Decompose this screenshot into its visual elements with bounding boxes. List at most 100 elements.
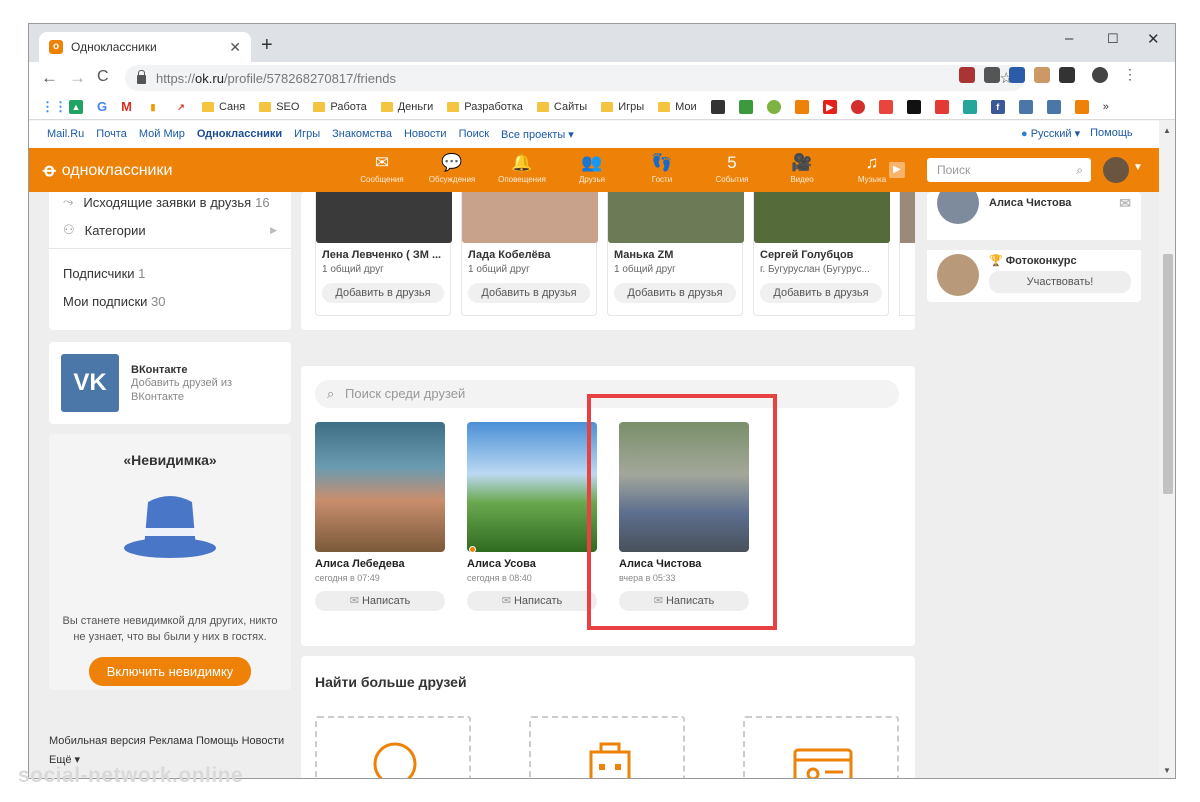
minimize-icon[interactable]: – xyxy=(1065,30,1073,47)
mail-link[interactable]: Почта xyxy=(96,128,127,140)
suggestion-photo[interactable] xyxy=(754,192,890,243)
suggestion-card[interactable]: Сергей Голубцов г. Бугуруслан (Бугурус..… xyxy=(753,192,890,316)
vk-icon[interactable] xyxy=(1046,99,1061,114)
vk-icon[interactable] xyxy=(1018,99,1033,114)
bookmark-site-icon[interactable] xyxy=(710,99,725,114)
menu-guests[interactable]: 👣 Гости xyxy=(627,153,697,184)
menu-messages[interactable]: ✉ Сообщения xyxy=(347,153,417,184)
add-friend-button[interactable]: Добавить в друзья xyxy=(322,283,444,303)
menu-notifications[interactable]: 🔔 Оповещения xyxy=(487,153,557,184)
bookmark-folder[interactable]: Саня xyxy=(201,101,245,113)
footer-link[interactable]: Реклама xyxy=(149,735,193,747)
bookmark-folder[interactable]: Мои xyxy=(658,101,697,113)
vk-import-card[interactable]: VK ВКонтакте Добавить друзей из ВКонтакт… xyxy=(49,342,291,424)
scroll-up-icon[interactable]: ▲ xyxy=(1163,126,1171,135)
suggestion-name[interactable]: Лена Левченко ( ЗМ ... xyxy=(322,249,444,261)
back-icon[interactable]: ← xyxy=(41,68,58,88)
add-friend-button[interactable]: Добавить в друзья xyxy=(760,283,882,303)
friend-photo[interactable] xyxy=(467,422,597,552)
dating-link[interactable]: Знакомства xyxy=(332,128,392,140)
play-icon[interactable]: ▶ xyxy=(889,162,905,178)
ok-link[interactable]: Одноклассники xyxy=(197,128,282,140)
extension-icon[interactable] xyxy=(1034,66,1050,83)
ok-logo[interactable]: ꝋ одноклассники xyxy=(43,160,172,181)
bookmark-site-icon[interactable] xyxy=(934,99,949,114)
add-friend-button[interactable]: Добавить в друзья xyxy=(468,283,590,303)
menu-discussions[interactable]: 💬 Обсуждения xyxy=(417,153,487,184)
page-scrollbar[interactable]: ▲ ▼ xyxy=(1159,120,1175,778)
friend-photo[interactable] xyxy=(315,422,445,552)
suggestion-photo[interactable] xyxy=(462,192,598,243)
apps-grid-icon[interactable]: ⋮⋮ xyxy=(41,99,67,114)
bookmark-site-icon[interactable] xyxy=(878,99,893,114)
suggestion-card[interactable]: Лада Кобелёва 1 общий друг Добавить в др… xyxy=(461,192,598,316)
friend-avatar[interactable] xyxy=(937,192,979,224)
more-bookmarks-icon[interactable]: » xyxy=(1103,101,1109,113)
bookmark-site-icon[interactable] xyxy=(738,99,753,114)
google-icon[interactable]: G xyxy=(97,99,107,114)
bookmark-folder[interactable]: Деньги xyxy=(380,101,433,113)
language-selector[interactable]: ● Русский ▾ xyxy=(1021,127,1080,140)
maximize-icon[interactable]: ☐ xyxy=(1107,31,1119,47)
bookmark-site-icon[interactable] xyxy=(962,99,977,114)
contest-avatar[interactable] xyxy=(937,254,979,296)
suggestion-name[interactable]: Лада Кобелёва xyxy=(468,249,590,261)
trends-icon[interactable]: ↗ xyxy=(174,100,188,114)
friend-name[interactable]: Алиса Усова xyxy=(467,558,597,570)
ok-icon[interactable] xyxy=(1074,99,1089,114)
online-friend-row[interactable]: Алиса Чистова ✉ xyxy=(937,192,1131,224)
find-by-school-box[interactable] xyxy=(315,716,471,778)
friend-name[interactable]: Алиса Лебедева xyxy=(315,558,445,570)
bookmark-folder[interactable]: Работа xyxy=(313,101,367,113)
bookmark-folder[interactable]: Игры xyxy=(601,101,644,113)
enable-invisible-button[interactable]: Включить невидимку xyxy=(88,657,252,686)
find-by-contacts-box[interactable] xyxy=(743,716,899,778)
close-window-icon[interactable]: ✕ xyxy=(1147,30,1160,48)
address-bar[interactable]: https:// ok.ru /profile/578268270817/fri… xyxy=(125,65,1025,91)
gmail-icon[interactable]: M xyxy=(121,99,132,114)
mailru-link[interactable]: Mail.Ru xyxy=(47,128,84,140)
reload-icon[interactable]: C xyxy=(97,68,109,86)
drive-icon[interactable]: ▲ xyxy=(69,99,83,114)
write-message-button[interactable]: ✉ Написать xyxy=(315,591,445,611)
scrollbar-thumb[interactable] xyxy=(1163,254,1173,494)
all-projects-dropdown[interactable]: Все проекты ▾ xyxy=(501,128,574,141)
suggestion-photo[interactable] xyxy=(316,192,452,243)
bookmark-folder[interactable]: Сайты xyxy=(536,101,587,113)
bookmark-site-icon[interactable] xyxy=(906,99,921,114)
subscribers-item[interactable]: Подписчики 1 xyxy=(63,266,145,281)
extension-icon[interactable] xyxy=(1059,66,1075,83)
envelope-icon[interactable]: ✉ xyxy=(1119,195,1131,212)
user-avatar[interactable] xyxy=(1103,157,1129,183)
menu-video[interactable]: 🎥 Видео xyxy=(767,153,837,184)
outgoing-requests-item[interactable]: ⤳ Исходящие заявки в друзья 16 xyxy=(63,194,270,210)
extension-icon[interactable] xyxy=(959,66,975,83)
extension-icon[interactable] xyxy=(984,66,1000,83)
search-link[interactable]: Поиск xyxy=(459,128,489,140)
bookmark-folder[interactable]: Разработка xyxy=(447,101,523,113)
new-tab-button[interactable]: + xyxy=(261,34,273,57)
footer-link[interactable]: Помощь xyxy=(196,735,239,747)
extension-icon[interactable] xyxy=(1092,66,1108,83)
categories-item[interactable]: ⚇ Категории ▶ xyxy=(63,222,277,238)
close-tab-icon[interactable]: ✕ xyxy=(229,39,241,56)
suggestion-name[interactable]: Сергей Голубцов xyxy=(760,249,882,261)
ok-search-input[interactable]: Поиск ⌕ xyxy=(927,158,1091,182)
chevron-down-icon[interactable]: ▼ xyxy=(1133,162,1143,173)
friend-card[interactable]: Алиса Усова сегодня в 08:40 ✉ Написать xyxy=(467,422,597,611)
menu-events[interactable]: 5 События xyxy=(697,153,767,184)
browser-tab[interactable]: о Одноклассники ✕ xyxy=(39,32,251,62)
suggestion-name[interactable]: Манька ZM xyxy=(614,249,736,261)
analytics-icon[interactable]: ▮ xyxy=(146,100,160,114)
bookmark-site-icon[interactable] xyxy=(794,99,809,114)
moy-mir-link[interactable]: Мой Мир xyxy=(139,128,185,140)
suggestion-photo[interactable] xyxy=(608,192,744,243)
help-link[interactable]: Помощь xyxy=(1090,127,1133,140)
menu-dots-icon[interactable]: ⋮ xyxy=(1123,66,1137,83)
bookmark-folder[interactable]: SEO xyxy=(259,101,299,113)
suggestion-card-partial[interactable] xyxy=(899,192,915,316)
write-message-button[interactable]: ✉ Написать xyxy=(467,591,597,611)
scroll-down-icon[interactable]: ▼ xyxy=(1163,766,1171,775)
suggestion-card[interactable]: Лена Левченко ( ЗМ ... 1 общий друг Доба… xyxy=(315,192,452,316)
forward-icon[interactable]: → xyxy=(69,68,86,88)
